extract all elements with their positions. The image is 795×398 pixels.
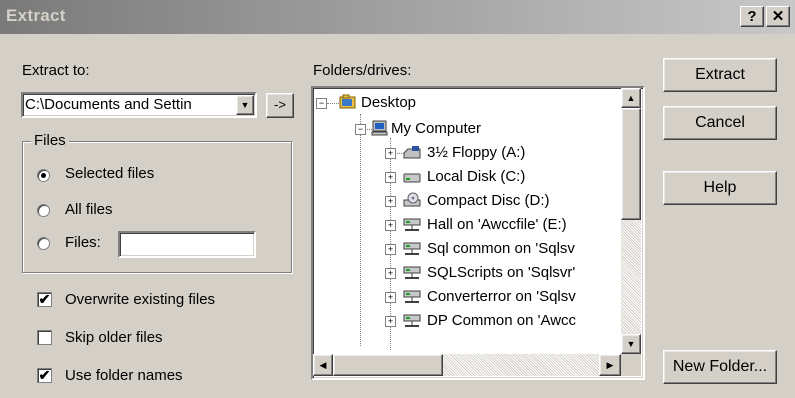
tree-item-network-drive[interactable]: + Converterror on 'Sqlsv — [313, 286, 633, 308]
title-bar: Extract ? ✕ — [0, 0, 795, 34]
tree-item-floppy[interactable]: + 3½ Floppy (A:) — [313, 142, 633, 164]
radio-files-pattern[interactable] — [37, 237, 50, 250]
skip-older-label: Skip older files — [65, 329, 163, 346]
cancel-button[interactable]: Cancel — [663, 106, 777, 140]
use-folder-names-checkbox[interactable]: ✔ — [37, 368, 52, 383]
close-button[interactable]: ✕ — [766, 6, 790, 27]
extract-to-combobox[interactable]: C:\Documents and Settin ▼ — [21, 92, 257, 118]
floppy-drive-icon — [403, 146, 421, 159]
expand-icon[interactable]: + — [385, 220, 396, 231]
radio-selected-files[interactable] — [37, 169, 50, 182]
radio-all-files-label: All files — [65, 201, 113, 218]
scroll-left-icon[interactable]: ◀ — [313, 354, 333, 376]
use-folder-names-label: Use folder names — [65, 367, 183, 384]
radio-all-files[interactable] — [37, 204, 50, 217]
expand-icon[interactable]: + — [385, 292, 396, 303]
network-drive-icon — [403, 314, 421, 327]
extract-to-label: Extract to: — [22, 62, 90, 79]
expand-icon[interactable]: + — [385, 268, 396, 279]
collapse-icon[interactable]: − — [355, 124, 366, 135]
skip-older-checkbox[interactable] — [37, 330, 52, 345]
expand-icon[interactable]: + — [385, 172, 396, 183]
computer-icon — [371, 120, 388, 136]
tree-item-network-drive[interactable]: + SQLScripts on 'Sqlsvr' — [313, 262, 633, 284]
browse-arrow-button[interactable]: -> — [266, 93, 294, 118]
window-title: Extract — [6, 6, 66, 25]
expand-icon[interactable]: + — [385, 148, 396, 159]
dropdown-arrow-icon[interactable]: ▼ — [236, 95, 254, 115]
folders-label: Folders/drives: — [313, 62, 412, 79]
tree-item-local-disk[interactable]: + Local Disk (C:) — [313, 166, 633, 188]
network-drive-icon — [403, 242, 421, 255]
network-drive-icon — [403, 290, 421, 303]
tree-item-desktop[interactable]: − Desktop — [313, 92, 613, 114]
vertical-scroll-thumb[interactable] — [621, 108, 641, 220]
desktop-folder-icon — [339, 94, 356, 109]
horizontal-scroll-thumb[interactable] — [333, 354, 443, 376]
radio-files-label: Files: — [65, 234, 101, 251]
tree-item-network-drive[interactable]: + DP Common on 'Awcc — [313, 310, 633, 332]
folders-tree[interactable]: − Desktop − My Computer + 3½ Floppy (A:)… — [311, 86, 645, 380]
expand-icon[interactable]: + — [385, 196, 396, 207]
hard-disk-icon — [403, 173, 421, 183]
new-folder-button[interactable]: New Folder... — [663, 350, 777, 384]
cd-drive-icon — [403, 192, 421, 207]
extract-button[interactable]: Extract — [663, 58, 777, 92]
overwrite-checkbox[interactable]: ✔ — [37, 292, 52, 307]
tree-item-compact-disc[interactable]: + Compact Disc (D:) — [313, 190, 633, 212]
tree-item-my-computer[interactable]: − My Computer — [313, 118, 613, 140]
tree-item-network-drive[interactable]: + Hall on 'Awccfile' (E:) — [313, 214, 633, 236]
network-drive-icon — [403, 218, 421, 231]
scroll-down-icon[interactable]: ▼ — [621, 334, 641, 354]
files-pattern-input[interactable] — [118, 231, 256, 258]
files-group-label: Files — [31, 132, 69, 149]
scroll-corner — [621, 354, 641, 376]
tree-item-network-drive[interactable]: + Sql common on 'Sqlsv — [313, 238, 633, 260]
extract-to-path: C:\Documents and Settin — [25, 96, 192, 113]
expand-icon[interactable]: + — [385, 244, 396, 255]
scroll-right-icon[interactable]: ▶ — [599, 354, 621, 376]
help-button[interactable]: Help — [663, 171, 777, 205]
expand-icon[interactable]: + — [385, 316, 396, 327]
radio-selected-files-label: Selected files — [65, 165, 155, 182]
network-drive-icon — [403, 266, 421, 279]
overwrite-label: Overwrite existing files — [65, 291, 216, 308]
help-title-button[interactable]: ? — [740, 6, 764, 27]
collapse-icon[interactable]: − — [316, 98, 327, 109]
scroll-up-icon[interactable]: ▲ — [621, 88, 641, 108]
